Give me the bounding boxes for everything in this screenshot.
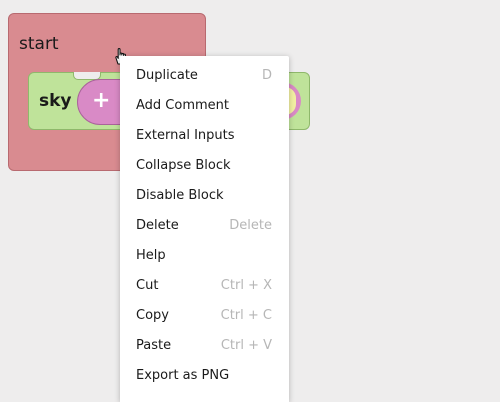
menu-shortcut: D xyxy=(261,68,272,83)
menu-item-paste[interactable]: Paste Ctrl + V xyxy=(120,332,289,362)
context-menu: Duplicate D Add Comment External Inputs … xyxy=(120,56,289,402)
menu-item-export-png[interactable]: Export as PNG xyxy=(120,362,289,392)
menu-item-external-inputs[interactable]: External Inputs xyxy=(120,122,289,152)
menu-shortcut: Ctrl + C xyxy=(220,308,272,323)
start-block-label: start xyxy=(19,34,59,54)
menu-item-disable-block[interactable]: Disable Block xyxy=(120,182,289,212)
plus-operator-label: + xyxy=(92,88,111,113)
menu-shortcut: Ctrl + X xyxy=(220,278,272,293)
menu-item-help[interactable]: Help xyxy=(120,242,289,272)
sky-block-label: sky xyxy=(39,91,72,111)
menu-item-duplicate[interactable]: Duplicate D xyxy=(120,62,289,92)
menu-shortcut: Delete xyxy=(229,218,272,233)
menu-item-copy[interactable]: Copy Ctrl + C xyxy=(120,302,289,332)
menu-item-cut[interactable]: Cut Ctrl + X xyxy=(120,272,289,302)
menu-item-add-comment[interactable]: Add Comment xyxy=(120,92,289,122)
menu-item-collapse-block[interactable]: Collapse Block xyxy=(120,152,289,182)
block-workspace[interactable]: start sky + Duplicate D Add Comment Exte… xyxy=(0,0,500,402)
menu-item-delete[interactable]: Delete Delete xyxy=(120,212,289,242)
menu-shortcut: Ctrl + V xyxy=(220,338,272,353)
